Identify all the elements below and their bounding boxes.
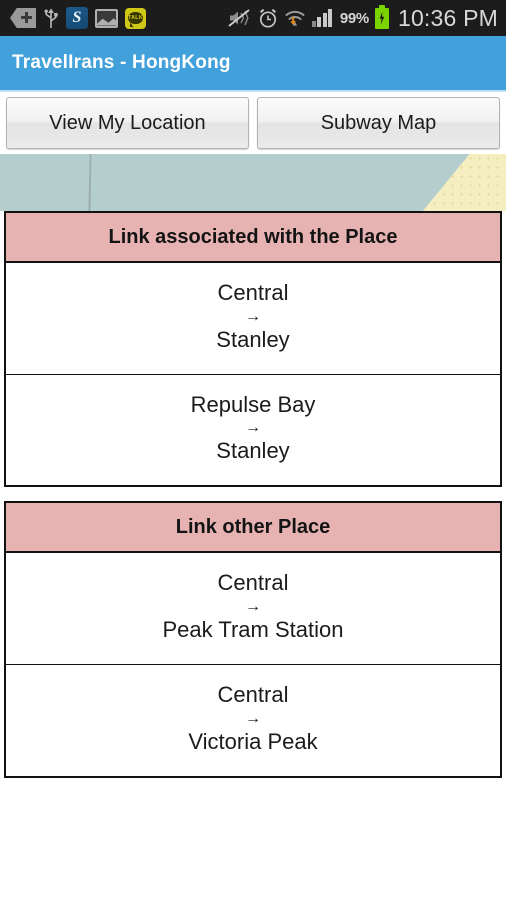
link-from-label: Central: [217, 681, 289, 707]
map-park-area: [422, 154, 506, 211]
gallery-icon: [95, 8, 118, 28]
table-row[interactable]: Central → Victoria Peak: [6, 665, 500, 776]
link-from-label: Central: [217, 570, 289, 596]
table-row[interactable]: Central → Stanley: [6, 263, 500, 375]
status-bar-system-icons: 99% 10:36 PM: [228, 4, 498, 32]
view-my-location-button[interactable]: View My Location: [6, 97, 249, 149]
skype-icon: S: [66, 7, 88, 29]
usb-icon: [43, 7, 59, 29]
link-associated-table: Link associated with the Place Central →…: [4, 211, 502, 488]
kakaotalk-icon: TALK: [125, 7, 146, 29]
status-bar-clock: 10:36 PM: [397, 4, 498, 31]
link-other-header: Link other Place: [6, 503, 500, 554]
arrow-icon: →: [245, 598, 261, 616]
status-bar: S TALK 99% 10:36 PM: [0, 0, 506, 36]
status-bar-notification-icons: S TALK: [10, 7, 146, 29]
map-road-line: [88, 154, 92, 211]
link-to-label: Stanley: [216, 438, 290, 464]
map-preview[interactable]: [0, 154, 506, 211]
link-tables: Link associated with the Place Central →…: [0, 211, 506, 778]
alarm-clock-icon: [258, 8, 278, 29]
arrow-icon: →: [245, 307, 261, 325]
link-to-label: Peak Tram Station: [162, 617, 344, 643]
app-title: TravelIrans - HongKong: [12, 52, 231, 73]
arrow-icon: →: [245, 709, 261, 727]
link-associated-header: Link associated with the Place: [6, 213, 500, 263]
link-other-table: Link other Place Central → Peak Tram Sta…: [4, 501, 502, 778]
subway-map-button[interactable]: Subway Map: [257, 97, 500, 149]
table-row[interactable]: Repulse Bay → Stanley: [6, 375, 500, 486]
link-to-label: Victoria Peak: [188, 728, 318, 754]
sound-mute-vibrate-icon: [228, 8, 252, 28]
cellular-signal-icon: [311, 9, 334, 27]
link-from-label: Repulse Bay: [190, 391, 316, 417]
battery-percent-label: 99%: [339, 9, 369, 27]
arrow-icon: →: [245, 419, 261, 437]
link-from-label: Central: [217, 280, 289, 305]
link-to-label: Stanley: [216, 326, 290, 352]
table-row[interactable]: Central → Peak Tram Station: [6, 553, 500, 665]
battery-charging-icon: [374, 4, 389, 29]
action-button-bar: View My Location Subway Map: [0, 92, 506, 154]
app-title-bar: TravelIrans - HongKong: [0, 36, 506, 92]
download-badge-icon: [10, 8, 36, 28]
wifi-download-icon: [284, 8, 306, 28]
